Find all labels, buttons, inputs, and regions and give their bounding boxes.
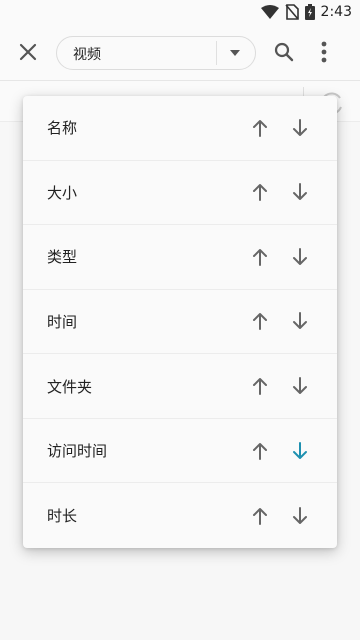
close-icon — [19, 43, 37, 61]
sort-descending-button[interactable] — [285, 113, 315, 143]
sort-descending-button[interactable] — [285, 306, 315, 336]
arrow-up-icon — [253, 248, 267, 266]
search-icon — [274, 42, 294, 62]
arrow-down-icon — [293, 377, 307, 395]
arrow-down-icon — [293, 247, 307, 265]
sort-option-access-time: 访问时间 — [23, 419, 337, 484]
sort-option-size: 大小 — [23, 161, 337, 226]
sort-ascending-button[interactable] — [245, 242, 275, 272]
sort-ascending-button[interactable] — [245, 436, 275, 466]
arrow-down-icon — [293, 441, 307, 459]
sort-ascending-button[interactable] — [245, 306, 275, 336]
sort-descending-button[interactable] — [285, 242, 315, 272]
arrow-up-icon — [253, 378, 267, 396]
wifi-icon — [260, 5, 279, 19]
type-filter-dropdown-button[interactable] — [222, 43, 248, 63]
sort-option-label: 文件夹 — [47, 377, 93, 396]
arrow-up-icon — [253, 119, 267, 137]
sort-option-label: 时间 — [47, 312, 78, 331]
sort-option-duration: 时长 — [23, 483, 337, 548]
sort-option-label: 类型 — [47, 248, 78, 267]
sort-option-time: 时间 — [23, 290, 337, 355]
sort-option-label: 大小 — [47, 183, 78, 202]
sort-option-type: 类型 — [23, 225, 337, 290]
no-sim-icon — [284, 4, 299, 20]
sort-menu: 名称 大小 类型 时间 文件夹 访问时间 时长 — [23, 96, 337, 548]
more-options-button[interactable] — [306, 34, 342, 70]
search-button[interactable] — [266, 34, 302, 70]
sort-ascending-button[interactable] — [245, 113, 275, 143]
sort-descending-button[interactable] — [285, 501, 315, 531]
sort-option-label: 访问时间 — [47, 442, 108, 461]
type-filter-value: 视频 — [73, 47, 101, 63]
status-bar: 2:43 — [0, 0, 360, 24]
triangle-down-icon — [230, 50, 240, 56]
sort-option-label: 时长 — [47, 507, 78, 526]
type-filter-select[interactable]: 视频 — [56, 36, 256, 70]
sort-ascending-button[interactable] — [245, 177, 275, 207]
more-vert-icon — [321, 41, 327, 63]
status-icons: 2:43 — [260, 2, 352, 22]
sort-descending-button-active[interactable] — [285, 436, 315, 466]
arrow-down-icon — [293, 312, 307, 330]
arrow-up-icon — [253, 507, 267, 525]
sort-ascending-button[interactable] — [245, 371, 275, 401]
sort-option-label: 名称 — [47, 119, 78, 138]
sort-ascending-button[interactable] — [245, 501, 275, 531]
sort-descending-button[interactable] — [285, 371, 315, 401]
battery-charging-icon — [304, 4, 315, 20]
arrow-down-icon — [293, 506, 307, 524]
sort-option-folder: 文件夹 — [23, 354, 337, 419]
select-divider — [216, 41, 217, 65]
close-button[interactable] — [10, 34, 46, 70]
arrow-down-icon — [293, 183, 307, 201]
arrow-up-icon — [253, 313, 267, 331]
toolbar: 视频 — [0, 24, 360, 81]
sort-option-name: 名称 — [23, 96, 337, 161]
arrow-up-icon — [253, 184, 267, 202]
arrow-up-icon — [253, 442, 267, 460]
status-time: 2:43 — [320, 4, 352, 20]
arrow-down-icon — [293, 118, 307, 136]
sort-descending-button[interactable] — [285, 177, 315, 207]
